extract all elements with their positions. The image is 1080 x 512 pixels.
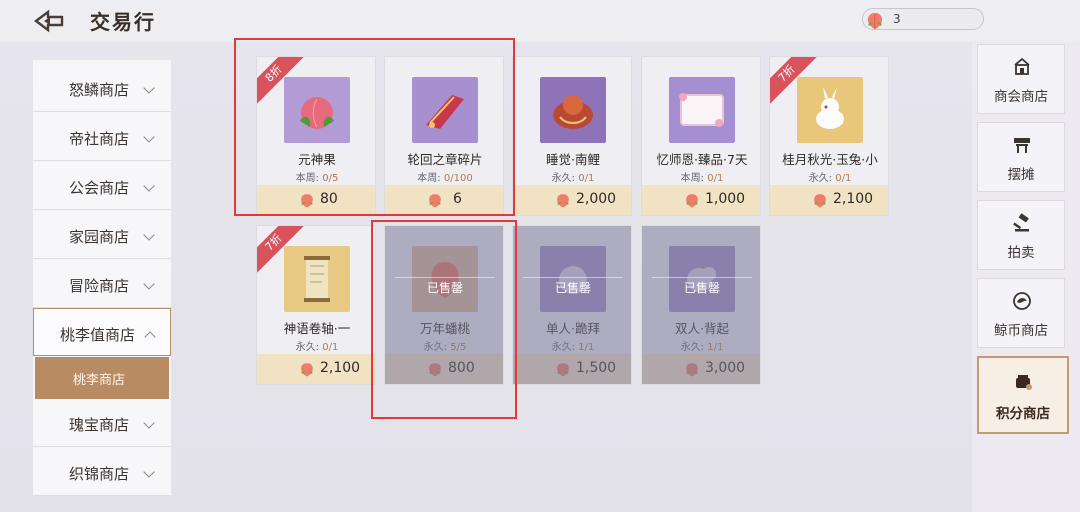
nav-item-label: 瑰宝商店 xyxy=(69,416,130,434)
tab-stall[interactable]: 摆摊 xyxy=(977,122,1065,192)
peach-currency-icon xyxy=(686,194,698,208)
limit-count: 0/1 xyxy=(322,342,339,353)
stall-icon xyxy=(1014,138,1030,153)
currency-value: 3 xyxy=(893,12,901,26)
item-thumbnail xyxy=(284,246,350,312)
divider xyxy=(523,277,623,278)
limit-count: 0/1 xyxy=(578,173,595,184)
nav-item-home-shop[interactable]: 家园商店 xyxy=(33,211,171,259)
purchase-limit: 永久: 0/1 xyxy=(513,169,631,184)
highlight-box xyxy=(371,220,517,419)
item-card[interactable]: 双人·背起永久: 1/13,000已售罄 xyxy=(641,225,761,385)
item-name: 睡觉·南鲤 xyxy=(546,152,600,167)
chevron-down-icon xyxy=(143,180,155,192)
limit-period: 永久: xyxy=(808,173,833,184)
chevron-down-icon xyxy=(143,417,155,429)
tab-label: 积分商店 xyxy=(996,406,1050,422)
limit-count: 0/1 xyxy=(707,173,724,184)
tab-label: 商会商店 xyxy=(994,89,1048,105)
sold-out-label: 已售罄 xyxy=(554,281,591,295)
item-card[interactable]: 睡觉·南鲤永久: 0/1 2,000 xyxy=(512,56,632,216)
purchase-limit: 本周: 0/1 xyxy=(642,169,760,184)
limit-period: 永久: xyxy=(295,342,320,353)
sold-out-overlay xyxy=(513,226,631,384)
limit-count: 0/1 xyxy=(835,173,852,184)
item-thumbnail xyxy=(797,77,863,143)
item-thumbnail xyxy=(540,77,606,143)
tab-points-shop[interactable]: 积分商店 xyxy=(977,356,1069,434)
price-bar: 2,100 xyxy=(770,185,888,215)
nav-item-label: 家园商店 xyxy=(69,228,130,246)
nav-item-brocade-shop[interactable]: 织锦商店 xyxy=(33,448,171,496)
item-thumbnail xyxy=(669,77,735,143)
chevron-up-icon xyxy=(144,331,156,343)
item-price: 2,000 xyxy=(576,191,617,207)
chevron-down-icon xyxy=(143,131,155,143)
nav-item-dishe-shop[interactable]: 帝社商店 xyxy=(33,113,171,161)
item-card[interactable]: 单人·跪拜永久: 1/11,500已售罄 xyxy=(512,225,632,385)
nav-item-label: 桃李值商店 xyxy=(60,326,136,344)
frame-icon xyxy=(679,93,724,127)
tab-merchant-shop[interactable]: 商会商店 xyxy=(977,44,1065,114)
price-bar: 1,000 xyxy=(642,185,760,215)
nav-item-guild-shop[interactable]: 公会商店 xyxy=(33,162,171,210)
peach-currency-icon xyxy=(557,194,569,208)
whale-coin-icon xyxy=(1013,292,1031,310)
purchase-limit: 永久: 0/1 xyxy=(257,338,375,353)
limit-period: 永久: xyxy=(551,173,576,184)
nav-item-label: 帝社商店 xyxy=(69,130,130,148)
tab-whale-coin-shop[interactable]: 鲸币商店 xyxy=(977,278,1065,348)
points-shop-icon xyxy=(1016,375,1032,390)
sold-out-label: 已售罄 xyxy=(683,281,720,295)
merchant-icon xyxy=(1014,57,1030,75)
nav-subitem-taoli-shop[interactable]: 桃李商店 xyxy=(35,357,169,399)
item-card[interactable]: 神语卷轴·一 永久: 0/1 2,100 7折 xyxy=(256,225,376,385)
peach-currency-icon xyxy=(867,13,883,30)
item-name: 忆师恩·臻品·7天 xyxy=(656,152,748,167)
item-name: 神语卷轴·一 xyxy=(283,321,351,336)
page-title: 交易行 xyxy=(90,10,156,34)
nav-item-adventure-shop[interactable]: 冒险商店 xyxy=(33,260,171,308)
sold-out-overlay xyxy=(642,226,760,384)
nav-item-nulin-shop[interactable]: 怒鳞商店 xyxy=(33,64,171,112)
chevron-down-icon xyxy=(143,466,155,478)
currency-counter: 3 xyxy=(862,8,984,30)
nav-item-treasure-shop[interactable]: 瑰宝商店 xyxy=(33,399,171,447)
limit-period: 本周: xyxy=(680,173,705,184)
right-nav-panel: 商会商店 摆摊 拍卖 鲸币商店 积分商店 xyxy=(972,42,1080,512)
tab-label: 拍卖 xyxy=(1007,245,1035,261)
scroll-icon xyxy=(304,256,330,302)
nav-item-label: 怒鳞商店 xyxy=(69,81,130,99)
sleep-nanli-icon xyxy=(553,95,593,129)
divider xyxy=(652,277,752,278)
item-price: 2,100 xyxy=(833,191,874,207)
item-card[interactable]: 桂月秋光·玉兔·小 永久: 0/1 2,100 7折 xyxy=(769,56,889,216)
nav-item-label: 公会商店 xyxy=(69,179,130,197)
back-arrow-icon[interactable] xyxy=(32,8,68,34)
chevron-down-icon xyxy=(143,229,155,241)
nav-item-label: 织锦商店 xyxy=(69,465,130,483)
item-name: 桂月秋光·玉兔·小 xyxy=(782,152,878,167)
peach-currency-icon xyxy=(301,363,313,377)
nav-item-taoli-value-shop[interactable]: 桃李值商店 xyxy=(33,308,171,356)
tab-label: 摆摊 xyxy=(1007,167,1035,183)
top-bar: 交易行 3 xyxy=(0,0,1080,42)
jade-rabbit-icon xyxy=(816,87,844,129)
highlight-box xyxy=(234,38,515,216)
peach-currency-icon xyxy=(814,194,826,208)
tab-label: 鲸币商店 xyxy=(994,323,1048,339)
price-bar: 2,000 xyxy=(513,185,631,215)
item-card[interactable]: 忆师恩·臻品·7天 本周: 0/1 1,000 xyxy=(641,56,761,216)
purchase-limit: 永久: 0/1 xyxy=(770,169,888,184)
tab-auction[interactable]: 拍卖 xyxy=(977,200,1065,270)
chevron-down-icon xyxy=(143,82,155,94)
gavel-icon xyxy=(1013,213,1029,232)
price-bar: 2,100 xyxy=(257,354,375,384)
item-price: 1,000 xyxy=(705,191,746,207)
nav-subitem-label: 桃李商店 xyxy=(73,373,126,388)
nav-item-label: 冒险商店 xyxy=(69,277,130,295)
chevron-down-icon xyxy=(143,278,155,290)
shop-category-nav: 怒鳞商店 帝社商店 公会商店 家园商店 冒险商店 桃李值商店 桃李商店 瑰宝商店… xyxy=(33,60,171,496)
item-price: 2,100 xyxy=(320,360,361,376)
